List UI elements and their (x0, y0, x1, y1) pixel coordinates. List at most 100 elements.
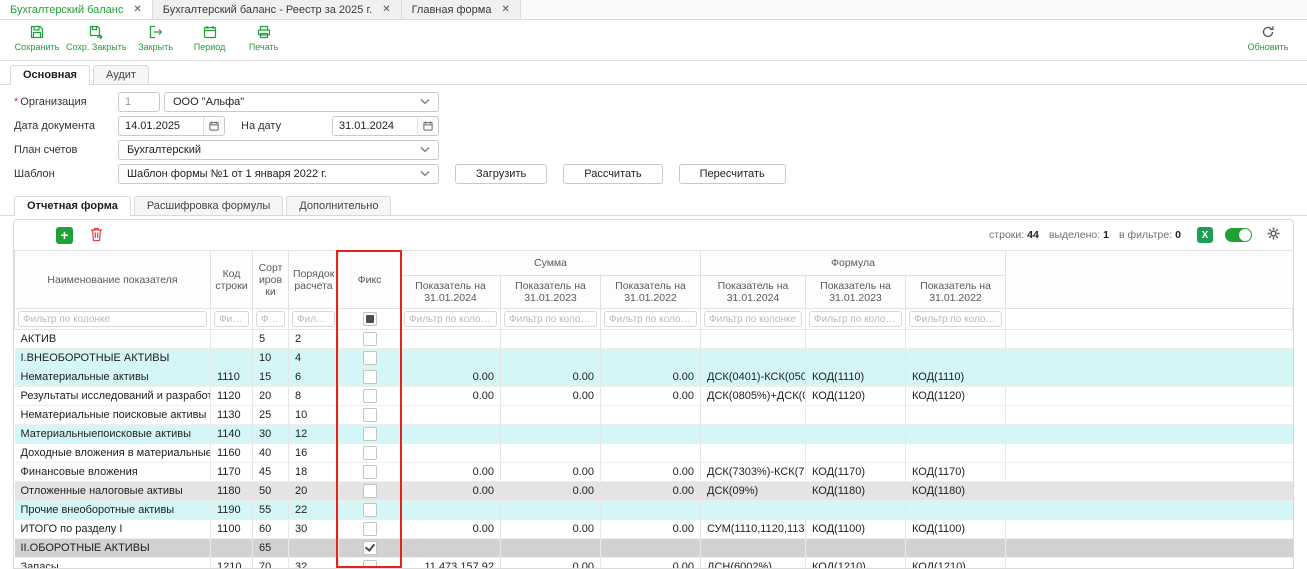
cell-row-code: 1160 (211, 444, 253, 463)
column-filter-input[interactable] (404, 311, 497, 327)
delete-row-button[interactable] (89, 226, 104, 245)
cell-fix (339, 368, 401, 387)
load-button[interactable]: Загрузить (455, 164, 547, 184)
fix-filter-checkbox[interactable] (363, 312, 377, 326)
table-row[interactable]: Отложенные налоговые активы 1180 50 20 0… (15, 482, 1293, 501)
col-header-sum-2023[interactable]: Показатель на 31.01.2023 (501, 276, 601, 309)
fix-checkbox[interactable] (363, 541, 377, 555)
table-row[interactable]: II.ОБОРОТНЫЕ АКТИВЫ 65 (15, 539, 1293, 558)
column-filter-input[interactable] (504, 311, 597, 327)
col-header-formula-2024[interactable]: Показатель на 31.01.2024 (701, 276, 806, 309)
table-row[interactable]: Финансовые вложения 1170 45 18 0.00 0.00… (15, 463, 1293, 482)
calendar-icon[interactable] (417, 117, 438, 135)
table-row[interactable]: Результаты исследований и разработок 112… (15, 387, 1293, 406)
window-tab-balance[interactable]: Бухгалтерский баланс ✕ (0, 0, 153, 19)
refresh-button[interactable]: Обновить (1243, 24, 1293, 52)
fix-checkbox[interactable] (363, 370, 377, 384)
tab-additional[interactable]: Дополнительно (286, 196, 391, 215)
chart-of-accounts-select[interactable]: Бухгалтерский (118, 140, 439, 160)
table-row[interactable]: АКТИВ 5 2 (15, 330, 1293, 349)
recalculate-button[interactable]: Пересчитать (679, 164, 786, 184)
fix-checkbox[interactable] (363, 522, 377, 536)
column-filter-input[interactable] (256, 311, 285, 327)
window-tab-registry[interactable]: Бухгалтерский баланс - Реестр за 2025 г.… (153, 0, 402, 19)
column-filter-input[interactable] (18, 311, 207, 327)
fix-checkbox[interactable] (363, 484, 377, 498)
chevron-down-icon (420, 144, 430, 156)
fix-checkbox[interactable] (363, 503, 377, 517)
fix-checkbox[interactable] (363, 351, 377, 365)
cell-formula-2024: ДСК(0401)-КСК(0501) (701, 368, 806, 387)
cell-row-code: 1130 (211, 406, 253, 425)
excel-export-button[interactable]: X (1197, 227, 1213, 243)
table-row[interactable]: Нематериальные поисковые активы 1130 25 … (15, 406, 1293, 425)
cell-formula-2023 (806, 444, 906, 463)
on-date-input[interactable] (333, 117, 417, 135)
table-row[interactable]: I.ВНЕОБОРОТНЫЕ АКТИВЫ 10 4 (15, 349, 1293, 368)
table-row[interactable]: ИТОГО по разделу I 1100 60 30 0.00 0.00 … (15, 520, 1293, 539)
cell-sum-2023: 0.00 (501, 463, 601, 482)
column-filter-input[interactable] (909, 311, 1002, 327)
fix-checkbox[interactable] (363, 332, 377, 346)
col-header-formula-2022[interactable]: Показатель на 31.01.2022 (906, 276, 1006, 309)
fix-checkbox[interactable] (363, 427, 377, 441)
template-select[interactable]: Шаблон формы №1 от 1 января 2022 г. (118, 164, 439, 184)
save-close-button[interactable]: Сохр. Закрыть (66, 24, 127, 52)
cell-formula-2022 (906, 444, 1006, 463)
col-header-sum-2022[interactable]: Показатель на 31.01.2022 (601, 276, 701, 309)
table-row[interactable]: Нематериальные активы 1110 15 6 0.00 0.0… (15, 368, 1293, 387)
cell-calc-order: 32 (289, 558, 339, 569)
col-header-fix[interactable]: Фикс (339, 251, 401, 309)
fix-checkbox[interactable] (363, 560, 377, 569)
fix-checkbox[interactable] (363, 408, 377, 422)
cell-formula-2023 (806, 330, 906, 349)
cell-formula-2022: КОД(1120) (906, 387, 1006, 406)
window-tab-main-form[interactable]: Главная форма ✕ (402, 0, 521, 19)
fix-checkbox[interactable] (363, 465, 377, 479)
cell-sum-2022: 0.00 (601, 368, 701, 387)
col-header-sum-2024[interactable]: Показатель на 31.01.2024 (401, 276, 501, 309)
cell-formula-2023 (806, 501, 906, 520)
tab-formula-decode[interactable]: Расшифровка формулы (134, 196, 283, 215)
calculate-button[interactable]: Рассчитать (563, 164, 662, 184)
organization-code-input[interactable] (118, 92, 160, 112)
table-row[interactable]: Материальныепоисковые активы 1140 30 12 (15, 425, 1293, 444)
column-filter-input[interactable] (604, 311, 697, 327)
close-button[interactable]: Закрыть (131, 24, 181, 52)
fix-checkbox[interactable] (363, 446, 377, 460)
close-icon[interactable]: ✕ (501, 5, 509, 15)
column-filter-input[interactable] (292, 311, 335, 327)
filter-toggle[interactable] (1225, 228, 1252, 242)
table-row[interactable]: Доходные вложения в материальные ц... 11… (15, 444, 1293, 463)
doc-date-input[interactable] (119, 117, 203, 135)
cell-row-code (211, 349, 253, 368)
add-row-button[interactable]: + (56, 227, 73, 244)
cell-sum-2023 (501, 539, 601, 558)
col-header-name[interactable]: Наименование показателя (15, 251, 211, 309)
calendar-icon[interactable] (203, 117, 224, 135)
column-filter-input[interactable] (704, 311, 802, 327)
column-filter-input[interactable] (214, 311, 249, 327)
cell-fix (339, 349, 401, 368)
header-group-row: Наименование показателя Код строки Сорти… (15, 251, 1293, 276)
col-header-order[interactable]: Порядок расчета (289, 251, 339, 309)
cell-sum-2024: 0.00 (401, 482, 501, 501)
close-icon[interactable]: ✕ (133, 5, 141, 15)
table-row[interactable]: Прочие внеоборотные активы 1190 55 22 (15, 501, 1293, 520)
grid-settings-button[interactable] (1266, 226, 1281, 244)
col-header-formula-2023[interactable]: Показатель на 31.01.2023 (806, 276, 906, 309)
column-filter-input[interactable] (809, 311, 902, 327)
table-row[interactable]: Запасы 1210 70 32 11 473 157.92 0.00 0.0… (15, 558, 1293, 569)
cell-sum-2022 (601, 425, 701, 444)
col-header-sort[interactable]: Сортировки (253, 251, 289, 309)
fix-checkbox[interactable] (363, 389, 377, 403)
tab-audit[interactable]: Аудит (93, 65, 149, 84)
organization-select[interactable]: ООО "Альфа" (164, 92, 439, 112)
save-button[interactable]: Сохранить (12, 24, 62, 52)
col-header-code[interactable]: Код строки (211, 251, 253, 309)
print-button[interactable]: Печать (239, 24, 289, 52)
period-button[interactable]: Период (185, 24, 235, 52)
tab-main[interactable]: Основная (10, 65, 90, 85)
tab-report-form[interactable]: Отчетная форма (14, 196, 131, 216)
close-icon[interactable]: ✕ (382, 5, 390, 15)
